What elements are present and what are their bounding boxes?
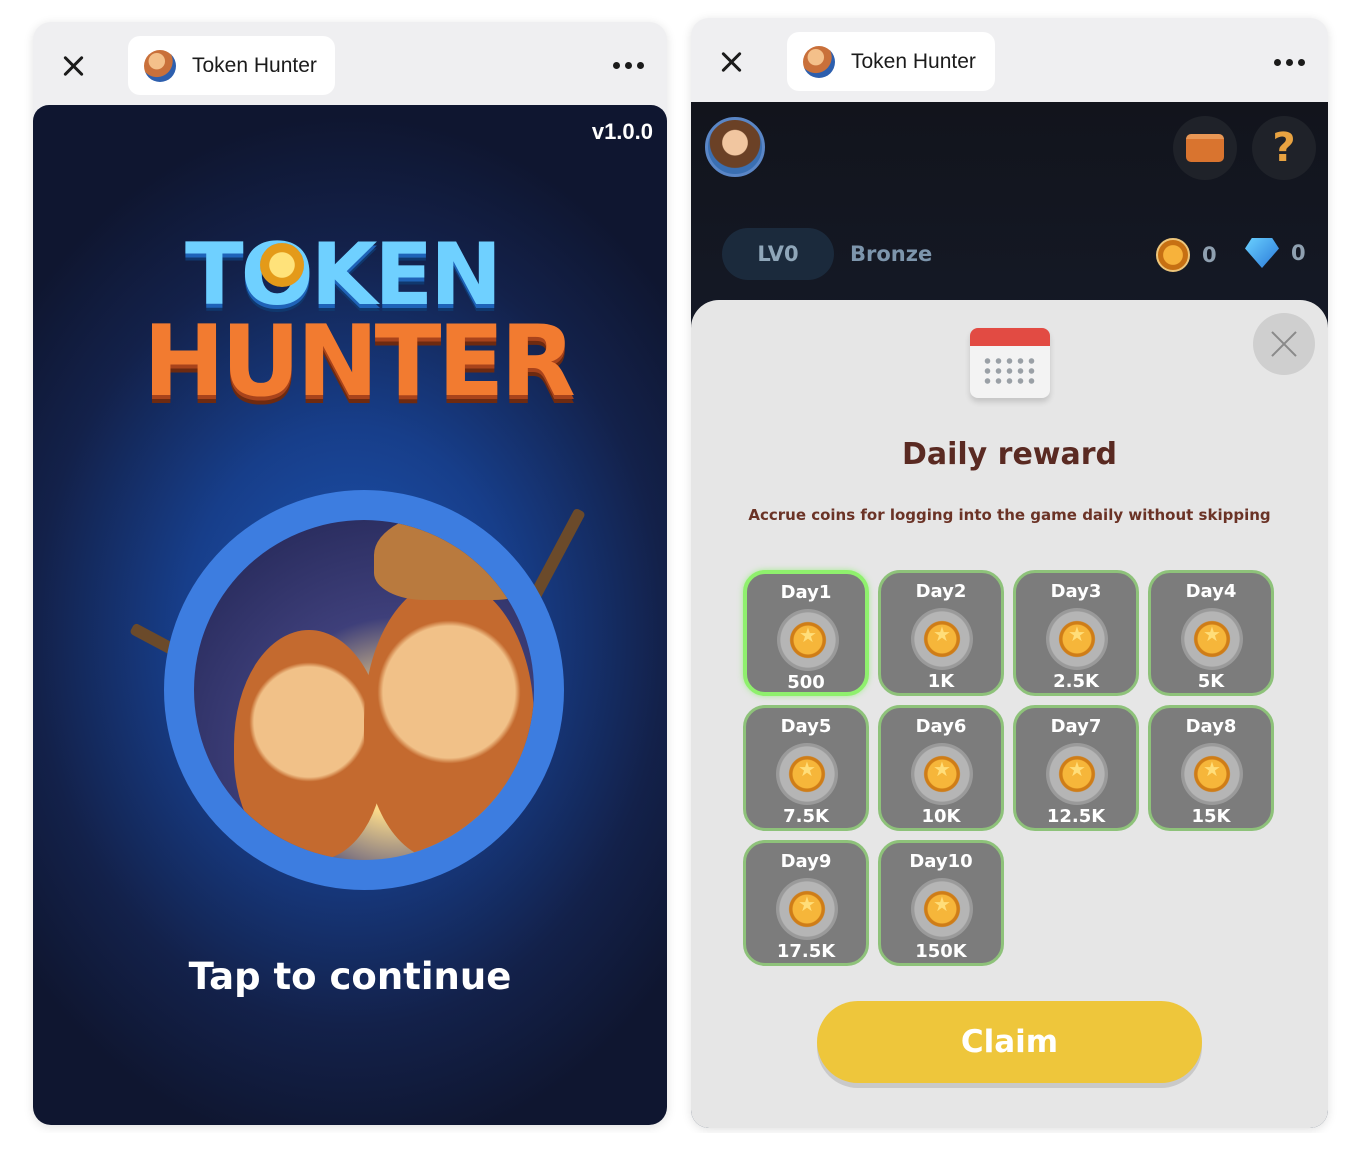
day-value: 1K xyxy=(927,671,955,692)
tap-to-continue[interactable]: Tap to continue xyxy=(33,955,667,998)
coin-icon xyxy=(1181,608,1243,670)
game-logo: TOKEN HUNTER xyxy=(143,225,576,425)
day-label: Day10 xyxy=(909,851,973,872)
cowboy-hat-icon xyxy=(374,520,534,600)
close-icon[interactable] xyxy=(716,47,746,77)
gem-balance: 0 xyxy=(1245,238,1306,268)
modal-close-icon[interactable] xyxy=(1253,313,1315,375)
claim-button[interactable]: Claim xyxy=(817,1001,1202,1083)
app-avatar-icon xyxy=(144,49,176,82)
coin-icon xyxy=(1046,608,1108,670)
right-top-bar: Token Hunter xyxy=(691,18,1328,102)
sheriff-badge-icon xyxy=(260,243,304,287)
app-tab-title: Token Hunter xyxy=(192,53,317,77)
wallet-button[interactable] xyxy=(1173,116,1237,180)
day-value: 5K xyxy=(1197,671,1225,692)
coin-icon xyxy=(777,609,839,671)
gem-count: 0 xyxy=(1291,241,1306,265)
day-label: Day5 xyxy=(780,716,832,737)
day-label: Day7 xyxy=(1050,716,1102,737)
daily-reward-modal: Daily reward Accrue coins for logging in… xyxy=(691,300,1328,1128)
calendar-icon xyxy=(970,328,1050,398)
coin-icon xyxy=(911,878,973,940)
coin-count: 0 xyxy=(1202,243,1217,267)
gem-icon xyxy=(1245,238,1279,268)
reward-day-card[interactable]: Day8 15K xyxy=(1148,705,1274,831)
day-value: 7.5K xyxy=(783,806,829,827)
reward-day-card[interactable]: Day3 2.5K xyxy=(1013,570,1139,696)
coin-balance: 0 xyxy=(1156,238,1217,272)
chipmunk-right-icon xyxy=(364,580,534,860)
day-value: 2.5K xyxy=(1053,671,1099,692)
coin-icon xyxy=(776,878,838,940)
coin-icon xyxy=(911,743,973,805)
reward-day-card[interactable]: Day1 500 xyxy=(743,570,869,696)
reward-day-card[interactable]: Day2 1K xyxy=(878,570,1004,696)
right-mini-app-window: Token Hunter ? LV0 Bronze 0 0 Daily rewa… xyxy=(691,18,1328,1128)
splash-screen[interactable]: v1.0.0 TOKEN HUNTER Tap to continue xyxy=(33,105,667,1125)
player-avatar[interactable] xyxy=(705,117,765,177)
coin-icon xyxy=(1156,238,1190,272)
day-value: 12.5K xyxy=(1046,806,1106,827)
app-tab[interactable]: Token Hunter xyxy=(128,36,335,95)
coin-icon xyxy=(911,608,973,670)
day-value: 150K xyxy=(915,941,967,962)
day-label: Day9 xyxy=(780,851,832,872)
reward-day-card[interactable]: Day5 7.5K xyxy=(743,705,869,831)
day-value: 500 xyxy=(787,672,825,693)
day-label: Day4 xyxy=(1185,581,1237,602)
day-value: 10K xyxy=(921,806,961,827)
close-icon[interactable] xyxy=(58,51,88,81)
coin-icon xyxy=(776,743,838,805)
version-label: v1.0.0 xyxy=(591,119,653,144)
screenshot-canvas: Token Hunter v1.0.0 TOKEN HUNTER Tap to … xyxy=(0,0,1362,1150)
reward-day-card[interactable]: Day7 12.5K xyxy=(1013,705,1139,831)
level-pill: LV0 xyxy=(722,228,834,280)
coin-icon xyxy=(1046,743,1108,805)
reward-day-card[interactable]: Day10 150K xyxy=(878,840,1004,966)
day-label: Day2 xyxy=(915,581,967,602)
day-label: Day6 xyxy=(915,716,967,737)
modal-title: Daily reward xyxy=(901,437,1118,472)
more-icon[interactable] xyxy=(613,62,644,69)
day-value: 15K xyxy=(1191,806,1231,827)
rank-label: Bronze xyxy=(850,242,933,266)
reward-days-grid: Day1500 Day21K Day32.5K Day45K Day57.5K … xyxy=(743,570,1274,966)
modal-subtitle: Accrue coins for logging into the game d… xyxy=(748,506,1271,524)
day-value: 17.5K xyxy=(776,941,836,962)
bottom-strip xyxy=(16,1133,1337,1150)
app-avatar-icon xyxy=(803,45,835,78)
hero-artwork-inner xyxy=(194,520,534,860)
help-icon: ? xyxy=(1272,125,1296,171)
reward-day-card[interactable]: Day4 5K xyxy=(1148,570,1274,696)
more-icon[interactable] xyxy=(1274,59,1305,66)
chipmunk-left-icon xyxy=(234,630,384,860)
wallet-icon xyxy=(1186,134,1224,162)
day-label: Day3 xyxy=(1050,581,1102,602)
left-top-bar: Token Hunter xyxy=(33,22,667,106)
app-tab[interactable]: Token Hunter xyxy=(787,32,995,91)
hero-artwork xyxy=(164,490,564,890)
coin-icon xyxy=(1181,743,1243,805)
day-label: Day1 xyxy=(780,582,832,603)
logo-word-hunter: HUNTER xyxy=(143,305,576,419)
reward-day-card[interactable]: Day6 10K xyxy=(878,705,1004,831)
day-label: Day8 xyxy=(1185,716,1237,737)
app-tab-title: Token Hunter xyxy=(851,49,976,73)
reward-day-card[interactable]: Day9 17.5K xyxy=(743,840,869,966)
help-button[interactable]: ? xyxy=(1252,116,1316,180)
left-mini-app-window: Token Hunter v1.0.0 TOKEN HUNTER Tap to … xyxy=(33,22,667,1125)
